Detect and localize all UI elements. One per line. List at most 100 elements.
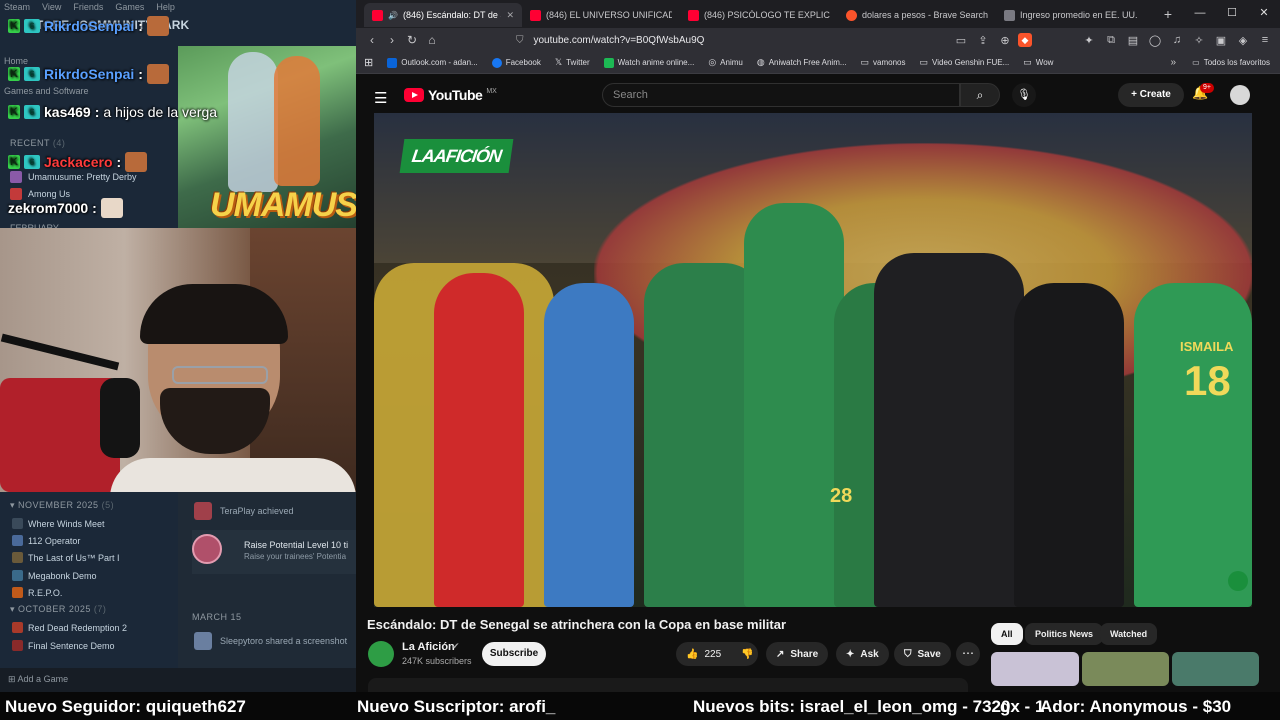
chat-separator: : [138, 18, 143, 34]
bookmark-watch-anime[interactable]: Watch anime online... [603, 57, 694, 68]
channel-avatar[interactable] [368, 641, 394, 667]
chip-watched[interactable]: Watched [1100, 623, 1158, 645]
menu-view[interactable]: View [42, 2, 61, 12]
list-item[interactable]: Megabonk Demo [12, 570, 97, 581]
back-icon[interactable]: ‹ [362, 33, 382, 47]
bookmark-folder-wow[interactable]: ▭ Wow [1023, 57, 1053, 68]
reload-icon[interactable]: ↻ [402, 33, 422, 47]
leo-icon[interactable]: ✧ [1190, 34, 1208, 47]
ask-button[interactable]: ✦ Ask [836, 642, 889, 666]
channel-watermark-icon[interactable] [1228, 571, 1248, 591]
close-icon[interactable]: ✕ [506, 10, 514, 21]
menu-steam[interactable]: Steam [4, 2, 30, 12]
tab-psicologo[interactable]: (846) PSICÓLOGO TE EXPLICA QUÉ [680, 3, 838, 27]
vpn-icon[interactable]: ◈ [1234, 34, 1252, 47]
add-game-button[interactable]: ⊞ Add a Game [0, 668, 356, 692]
brave-shields-icon[interactable]: ◆ [1018, 33, 1032, 47]
avatar[interactable] [194, 632, 212, 650]
search-button[interactable]: ⌕ [960, 83, 1000, 107]
tab-escandalo[interactable]: 🔊 (846) Escándalo: DT de Sen ✕ [364, 3, 522, 27]
activity-feed: TeraPlay achieved Raise Potential Level … [178, 492, 356, 692]
tab-ingreso[interactable]: Ingreso promedio en EE. UU. [996, 3, 1154, 27]
recommended-thumbnail[interactable] [1172, 652, 1259, 686]
person-figure [1014, 283, 1124, 607]
bookmark-page-icon[interactable]: ⛉ [516, 35, 524, 46]
dislike-button[interactable]: 👎 [731, 642, 763, 666]
forward-icon[interactable]: › [382, 33, 402, 47]
close-window-icon[interactable]: ✕ [1248, 0, 1280, 28]
bookmark-label: Twitter [566, 58, 590, 67]
activity-text: Sleepytoro shared a screenshot [220, 636, 348, 646]
new-tab-button[interactable]: + [1158, 6, 1178, 22]
all-bookmarks-folder[interactable]: ▭ Todos los favoritos [1192, 58, 1270, 67]
chat-username: Jackacero [44, 154, 113, 170]
minimize-icon[interactable]: — [1184, 0, 1216, 28]
chevron-down-icon[interactable]: ▾ [10, 500, 18, 510]
menu-help[interactable]: Help [156, 2, 175, 12]
list-item[interactable]: The Last of Us™ Part I [12, 552, 120, 563]
globe-icon: ◎ [708, 57, 717, 67]
extension-icon[interactable]: ✦ [1080, 34, 1098, 47]
sidebar-icon[interactable]: ▤ [1124, 34, 1142, 47]
list-item[interactable]: 112 Operator [12, 535, 80, 546]
apps-grid-icon[interactable]: ⊞ [364, 56, 373, 69]
avatar[interactable] [194, 502, 212, 520]
profile-icon[interactable]: ◯ [1146, 34, 1164, 47]
list-item[interactable]: Final Sentence Demo [12, 640, 115, 651]
recommended-thumbnail[interactable] [1082, 652, 1169, 686]
tab-universo[interactable]: (846) EL UNIVERSO UNIFICADO V [522, 3, 680, 27]
description-box[interactable] [368, 678, 968, 692]
list-item[interactable]: Where Winds Meet [12, 518, 105, 529]
bookmark-aniwatch[interactable]: ◍ Aniwatch Free Anim... [757, 57, 847, 68]
game-title: Final Sentence Demo [28, 640, 115, 651]
menu-friends[interactable]: Friends [73, 2, 103, 12]
chip-all[interactable]: All [991, 623, 1023, 645]
search-input[interactable]: Search [602, 83, 960, 107]
bookmark-folder-genshin[interactable]: ▭ Video Genshin FUE... [920, 57, 1010, 68]
account-avatar[interactable] [1230, 85, 1250, 105]
chat-username: kas469 [44, 104, 91, 120]
save-button[interactable]: ⛉ Save [894, 642, 951, 666]
list-item[interactable]: R.E.P.O. [12, 587, 62, 598]
list-item[interactable]: Red Dead Redemption 2 [12, 622, 127, 633]
hamburger-menu-icon[interactable]: ☰ [374, 89, 387, 107]
outlook-icon [387, 57, 398, 68]
more-options-icon[interactable]: ⋯ [956, 642, 980, 666]
share-page-icon[interactable]: ⇪ [974, 34, 992, 47]
maximize-icon[interactable]: ☐ [1216, 0, 1248, 28]
wallet-icon[interactable]: ▣ [1212, 34, 1230, 47]
emote-icon [146, 16, 169, 36]
bookmark-facebook[interactable]: Facebook [491, 57, 541, 68]
channel-name[interactable]: La Afición [402, 641, 455, 653]
plus-icon: ⊞ [8, 674, 18, 684]
youtube-icon [372, 9, 383, 21]
menu-games[interactable]: Games [115, 2, 144, 12]
bookmark-folder-vamonos[interactable]: ▭ vamonos [861, 57, 906, 68]
tab-dolares[interactable]: dolares a pesos - Brave Search [838, 3, 996, 27]
bookmark-twitter[interactable]: 𝕏 Twitter [555, 57, 590, 68]
media-icon[interactable]: ♫ [1168, 34, 1186, 46]
game-title: The Last of Us™ Part I [28, 552, 120, 563]
extensions-puzzle-icon[interactable]: ⧉ [1102, 34, 1120, 47]
menu-icon[interactable]: ≡ [1256, 34, 1274, 46]
create-button[interactable]: + Create [1118, 83, 1184, 107]
recommended-thumbnail[interactable] [991, 652, 1079, 686]
chip-politics-news[interactable]: Politics News [1025, 623, 1104, 645]
home-icon[interactable]: ⌂ [422, 33, 442, 47]
subscribe-button[interactable]: Subscribe [482, 642, 546, 666]
folder-icon: ▭ [1192, 58, 1200, 67]
share-button[interactable]: ↗ Share [766, 642, 829, 666]
chevron-down-icon[interactable]: ▾ [10, 604, 18, 614]
like-button[interactable]: 👍 225 [676, 642, 731, 666]
cast-icon[interactable]: ▭ [952, 34, 970, 47]
zoom-icon[interactable]: ⊕ [996, 34, 1014, 47]
save-label: Save [917, 648, 941, 660]
chevron-right-icon[interactable]: » [1170, 57, 1176, 68]
voice-search-icon[interactable]: 🎙 [1012, 83, 1036, 107]
verified-check-icon: ✔ [452, 641, 460, 651]
youtube-logo[interactable]: YouTube MX [404, 87, 497, 103]
speaker-icon[interactable]: 🔊 [388, 11, 398, 20]
bookmark-animu[interactable]: ◎ Animu [708, 57, 743, 68]
bookmark-outlook[interactable]: Outlook.com - adan... [387, 57, 478, 68]
video-player[interactable]: ISMAILA 18 28 LAAFICIÓN [374, 113, 1252, 607]
